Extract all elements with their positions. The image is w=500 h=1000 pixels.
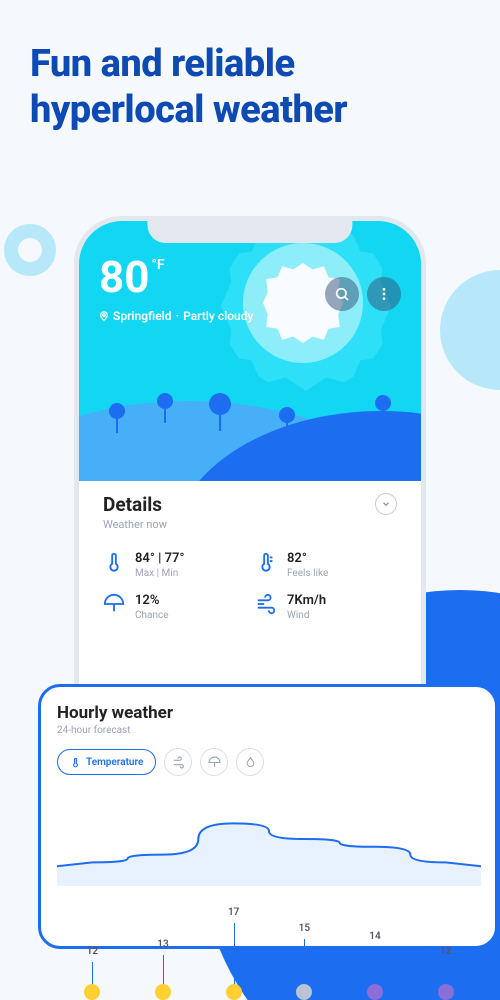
chart-point-value: 12 [440,946,451,957]
chance-value: 12% [135,593,169,608]
hourly-subtitle: 24-hour forecast [57,725,481,736]
metric-feelslike: 82° Feels like [255,551,397,579]
search-button[interactable] [325,277,359,311]
chart-hour-column[interactable]: 148pm [340,886,411,1000]
more-menu-button[interactable] [367,277,401,311]
wind-icon [172,756,185,769]
chart-hour-column[interactable]: 124pm [57,886,128,1000]
location-name: Springfield [113,309,172,323]
chip-temperature-label: Temperature [86,757,143,768]
maxmin-value: 84° | 77° [135,551,184,566]
chart-point-value: 17 [228,907,239,918]
expand-details-button[interactable] [375,493,397,515]
wind-label: Wind [287,610,326,621]
more-vertical-icon [376,286,392,302]
details-subtitle: Weather now [103,518,167,531]
maxmin-label: Max | Min [135,568,184,579]
hero-panel: 80 °F Springfield · Partly cloudy [79,221,421,481]
hour-weather-icon [438,984,454,1000]
chip-wind[interactable] [164,748,192,776]
chart-drop-line [375,947,376,986]
feelslike-label: Feels like [287,568,328,579]
metric-chance: 12% Chance [103,593,245,621]
chart-point-value: 15 [299,923,310,934]
condition-text: Partly cloudy [183,309,253,323]
metric-wind: 7Km/h Wind [255,593,397,621]
chart-drop-line [163,955,164,986]
chart-drop-line [92,962,93,986]
dot-separator: · [176,309,180,323]
details-card: Details Weather now 84° | 77° Max | Min … [87,475,413,635]
chance-label: Chance [135,610,169,621]
thermometer-icon [70,757,81,768]
metric-maxmin: 84° | 77° Max | Min [103,551,245,579]
decorative-ring [4,224,56,276]
landscape-illustration [79,361,421,481]
decorative-arc [440,270,500,390]
temperature-unit: °F [152,257,165,273]
details-title: Details [103,493,167,516]
hour-weather-icon [84,984,100,1000]
chart-hour-column[interactable]: 176pm [198,886,269,1000]
feelslike-value: 82° [287,551,328,566]
hour-weather-icon [226,984,242,1000]
chart-drop-line [304,939,305,986]
temperature-value: 80 [99,251,150,303]
hourly-chip-row: Temperature [57,748,481,776]
chart-hour-column[interactable]: 157pm [269,886,340,1000]
hour-weather-icon [155,984,171,1000]
hourly-chart: 124pm135pm176pm157pm148pm129pm [57,786,481,936]
chart-drop-line [234,923,235,986]
search-icon [334,286,350,302]
wind-value: 7Km/h [287,593,326,608]
chart-point-value: 13 [157,939,168,950]
hour-weather-icon [367,984,383,1000]
hourly-weather-card: Hourly weather 24-hour forecast Temperat… [38,684,498,949]
hour-weather-icon [296,984,312,1000]
umbrella-icon [208,756,221,769]
location-pin-icon [99,311,109,321]
chevron-down-icon [381,499,391,509]
chart-hour-column[interactable]: 135pm [128,886,199,1000]
chart-point-value: 12 [87,946,98,957]
chip-temperature[interactable]: Temperature [57,749,156,775]
phone-notch [147,221,352,243]
chart-point-value: 14 [369,931,380,942]
thermometer-icon [103,551,125,573]
wind-icon [255,593,277,615]
umbrella-icon [103,593,125,615]
chart-drop-line [446,962,447,986]
chip-precip[interactable] [200,748,228,776]
chart-hour-column[interactable]: 129pm [410,886,481,1000]
droplet-icon [244,756,257,769]
chip-humidity[interactable] [236,748,264,776]
hourly-title: Hourly weather [57,703,481,723]
thermometer-sun-icon [255,551,277,573]
promo-headline: Fun and reliable hyperlocal weather [0,0,500,133]
